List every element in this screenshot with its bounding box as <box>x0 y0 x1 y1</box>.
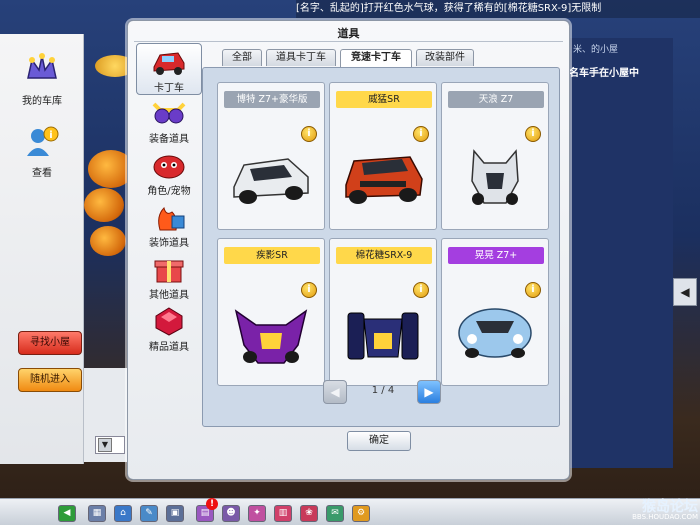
kart-image <box>345 156 423 204</box>
kart-card[interactable]: 晃晃 Z7+ i <box>441 238 549 386</box>
find-room-button[interactable]: 寻找小屋 <box>18 331 82 355</box>
kart-card[interactable]: 威猛SR i <box>329 82 437 230</box>
category-kart-label: 卡丁车 <box>154 83 184 94</box>
kart-name: 棉花糖SRX-9 <box>336 247 432 264</box>
kart-name: 天浪 Z7 <box>448 91 544 108</box>
kart-menu-icon[interactable]: ▣ <box>166 505 184 522</box>
album-icon[interactable]: ▥ <box>274 505 292 522</box>
category-other[interactable]: 其他道具 <box>136 251 202 303</box>
kart-name: 晃晃 Z7+ <box>448 247 544 264</box>
system-broadcast-message: [名字、乱起的]打开红色水气球，获得了稀有的[棉花糖SRX-9]无限制 <box>296 0 700 18</box>
confirm-button[interactable]: 确定 <box>347 431 411 451</box>
chat-menu-icon[interactable]: ✉ <box>326 505 344 522</box>
items-dialog: 道具 卡丁车 装备道具 角色/宠物 装饰道具 其他道具 精品道具 全部 道具卡丁… <box>127 20 570 480</box>
category-premium-label: 精品道具 <box>149 342 189 353</box>
back-arrow-icon[interactable]: ◀ <box>58 505 76 522</box>
kart-image <box>234 309 308 364</box>
kart-image <box>233 158 309 204</box>
tab-modification-parts[interactable]: 改装部件 <box>416 49 474 66</box>
tab-item-kart[interactable]: 道具卡丁车 <box>266 49 336 66</box>
kart-image <box>347 312 419 360</box>
category-character-pet-label: 角色/宠物 <box>147 186 191 197</box>
my-garage-button[interactable]: 我的车库 <box>0 52 84 107</box>
tab-racing-kart[interactable]: 竞速卡丁车 <box>340 49 412 67</box>
notification-badge: ! <box>206 498 218 510</box>
kart-card[interactable]: 疾影SR i <box>217 238 325 386</box>
kart-icon <box>153 52 185 75</box>
kart-name: 博特 Z7+豪华版 <box>224 91 320 108</box>
kart-card[interactable]: 天浪 Z7 i <box>441 82 549 230</box>
user-info-icon: i <box>27 126 59 156</box>
category-equipment-label: 装备道具 <box>149 134 189 145</box>
kart-image <box>458 308 532 358</box>
decoration-icon <box>158 207 185 231</box>
character-pet-icon <box>153 155 185 179</box>
category-decoration-label: 装饰道具 <box>149 238 189 249</box>
magic-icon[interactable]: ✦ <box>248 505 266 522</box>
view-profile-button[interactable]: i 查看 <box>0 124 84 179</box>
watermark-url: BBS.HOUDAO.COM <box>632 513 698 521</box>
kart-grid: 博特 Z7+豪华版 i 威猛SR i 天浪 Z7 i 疾影SR i 棉花糖SRX… <box>202 67 560 427</box>
goggles-icon <box>152 102 186 124</box>
random-join-button[interactable]: 随机进入 <box>18 368 82 392</box>
chevron-down-icon[interactable]: ▼ <box>98 438 112 452</box>
kart-name: 疾影SR <box>224 247 320 264</box>
team-icon[interactable]: ☻ <box>222 505 240 522</box>
room-title-label: 名车手在小屋中 <box>569 68 639 79</box>
prev-page-button[interactable]: ◀ <box>323 380 347 404</box>
dialog-title: 道具 <box>337 27 360 40</box>
pagination: ◀ 1 / 4 ▶ <box>323 380 443 404</box>
next-page-button[interactable]: ▶ <box>417 380 441 404</box>
tab-all[interactable]: 全部 <box>222 49 262 66</box>
crown-garage-icon <box>27 53 57 79</box>
friends-icon[interactable]: ❀ <box>300 505 318 522</box>
view-profile-label: 查看 <box>32 168 52 179</box>
category-character-pet[interactable]: 角色/宠物 <box>136 147 202 199</box>
right-room-panel: 米、的小屋 名车手在小屋中 <box>565 38 673 468</box>
kart-card[interactable]: 博特 Z7+豪华版 i <box>217 82 325 230</box>
home-icon[interactable]: ⌂ <box>114 505 132 522</box>
giftbox-icon <box>154 260 184 283</box>
kart-card[interactable]: 棉花糖SRX-9 i <box>329 238 437 386</box>
tools-icon[interactable]: ✎ <box>140 505 158 522</box>
category-premium[interactable]: 精品道具 <box>136 303 202 355</box>
category-other-label: 其他道具 <box>149 290 189 301</box>
room-owner-label: 米、的小屋 <box>573 45 619 55</box>
pumpkin-decoration <box>84 188 124 222</box>
category-kart[interactable]: 卡丁车 <box>136 43 202 95</box>
svg-text:i: i <box>49 130 52 141</box>
category-equipment[interactable]: 装备道具 <box>136 95 202 147</box>
scroll-left-arrow-icon[interactable]: ◀ <box>673 278 697 306</box>
category-decoration[interactable]: 装饰道具 <box>136 199 202 251</box>
pumpkin-decoration <box>90 226 126 256</box>
settings-icon[interactable]: ⚙ <box>352 505 370 522</box>
gem-icon <box>155 307 183 336</box>
bottom-taskbar: ◀ ▦ ⌂ ✎ ▣ ▤ ☻ ✦ ▥ ❀ ✉ ⚙ <box>0 498 700 525</box>
kart-image <box>471 149 519 205</box>
title-divider <box>134 41 563 42</box>
my-garage-label: 我的车库 <box>22 96 62 107</box>
kart-name: 威猛SR <box>336 91 432 108</box>
left-sidebar: 我的车库 i 查看 寻找小屋 随机进入 <box>0 34 84 464</box>
shop-icon[interactable]: ▦ <box>88 505 106 522</box>
page-indicator: 1 / 4 <box>371 385 395 396</box>
